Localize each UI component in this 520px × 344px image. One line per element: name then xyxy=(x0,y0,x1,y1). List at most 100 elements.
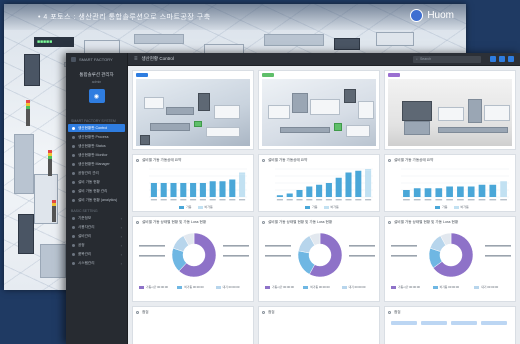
menu-bullet-icon xyxy=(72,171,75,175)
notification-icon[interactable] xyxy=(499,56,505,62)
sidebar-item-3[interactable]: 생산현황판 Monitor xyxy=(68,151,125,159)
search-input[interactable]: ⌕ Search xyxy=(413,55,481,63)
profile-subtitle: admin xyxy=(91,80,102,84)
bar xyxy=(424,188,432,197)
status-pill xyxy=(421,321,447,325)
legend-label: 가동 xyxy=(186,205,192,209)
bar xyxy=(190,183,197,197)
menu-bullet-icon xyxy=(72,261,75,265)
sidebar-item-0[interactable]: 생산현황판 Control xyxy=(68,124,125,132)
donut-annotation xyxy=(391,245,417,247)
profile-title: 통합솔루션 관리자 xyxy=(79,72,114,77)
bar xyxy=(345,172,352,197)
bar xyxy=(403,190,410,197)
bar xyxy=(296,190,303,197)
tick-label xyxy=(457,199,464,201)
chart-legend: 가동 비가동 xyxy=(179,205,213,209)
legend-label: 가동 xyxy=(312,205,318,209)
machine xyxy=(134,34,184,44)
bottom-panel-2: 점검 xyxy=(258,306,380,344)
tick-label xyxy=(229,199,236,201)
tick-label xyxy=(467,199,475,201)
tick-label xyxy=(335,199,342,201)
machine xyxy=(334,38,360,50)
avatar[interactable]: ◉ xyxy=(88,89,105,103)
bar xyxy=(199,183,206,197)
sidebar-item-label: 기준정보 xyxy=(78,215,92,220)
line-photo-3[interactable] xyxy=(388,79,512,146)
sidebar-item-label: 공정 xyxy=(78,242,85,247)
tick-label xyxy=(190,199,197,201)
bar xyxy=(150,183,157,197)
donut-legend: 가동시간 00:00:00 비가동 00:00:00 대기 00:00:00 xyxy=(265,285,377,289)
page-title: 생산현황 Control xyxy=(141,56,174,61)
hamburger-icon[interactable]: ≡ xyxy=(134,56,138,62)
sidebar-item-4[interactable]: 생산현황판 Manager xyxy=(68,160,125,168)
sidebar-app-name: SMART FACTORY xyxy=(79,57,113,62)
tick-label xyxy=(209,199,216,201)
menu-bullet-icon xyxy=(72,162,75,166)
machine xyxy=(14,134,34,194)
menu-bullet-icon xyxy=(72,189,75,193)
signal-tower xyxy=(48,150,52,176)
sidebar-item-label: 생산현황판 Manager xyxy=(78,161,110,166)
machine xyxy=(18,214,34,254)
sidebar-item-7[interactable]: 설비 가동 현황 관리 xyxy=(68,187,125,195)
dashboard-content: 설비별 가동 가동상태 요약 가동 비가동 설비별 가동 가동상태 요약 가동 … xyxy=(128,66,520,344)
bar xyxy=(316,184,323,197)
legend-label: 비가동 xyxy=(330,205,339,209)
menu-bullet-icon xyxy=(72,216,75,220)
bottom-panel-3: 점검 xyxy=(384,306,516,344)
sidebar-setting-5[interactable]: 시스템관리 › xyxy=(68,259,125,267)
bar xyxy=(446,186,453,197)
sidebar-setting-3[interactable]: 공정 › xyxy=(68,241,125,249)
bar-secondary xyxy=(500,181,507,183)
sidebar-item-label: 생산현황판 Process xyxy=(78,134,109,139)
bar-secondary xyxy=(365,169,372,171)
tick-label xyxy=(296,199,303,201)
menu-bullet-icon xyxy=(72,153,75,157)
line-photo-panel-1 xyxy=(132,70,254,150)
sidebar-setting-2[interactable]: 설비관리 › xyxy=(68,232,125,240)
donut-annotation xyxy=(223,245,249,247)
sidebar-setting-0[interactable]: 기준정보 › xyxy=(68,214,125,222)
sidebar-setting-4[interactable]: 품목관리 › xyxy=(68,250,125,258)
fullscreen-icon[interactable] xyxy=(490,56,496,62)
donut-annotation xyxy=(139,255,165,257)
donut-annotation xyxy=(349,255,375,257)
line-photo-panel-2 xyxy=(258,70,380,150)
settings-icon[interactable] xyxy=(508,56,514,62)
machine-display-label: ■■■■■ xyxy=(34,37,74,47)
donut-annotation xyxy=(139,245,165,247)
sidebar-section-label: SMART FACTORY SYSTEM xyxy=(71,119,116,123)
tick-label xyxy=(199,199,206,201)
legend-label: 대기 00:00:00 xyxy=(481,285,499,289)
bar xyxy=(489,184,497,197)
donut-annotation xyxy=(485,255,511,257)
tick-label xyxy=(160,199,167,201)
bar xyxy=(478,184,486,197)
menu-bullet-icon xyxy=(72,180,75,184)
legend-label: 비가동 xyxy=(460,205,469,209)
line-photo-2[interactable] xyxy=(262,79,376,146)
sidebar-menu-settings: 기준정보 › 사용자관리 › 설비관리 › 공정 › 품목관리 › 시스템관리 › xyxy=(66,214,127,267)
bar-chart-panel-1: 설비별 가동 가동상태 요약 가동 비가동 xyxy=(132,154,254,212)
sidebar-setting-1[interactable]: 사용자관리 › xyxy=(68,223,125,231)
sidebar-item-1[interactable]: 생산현황판 Process xyxy=(68,133,125,141)
bar xyxy=(180,183,187,197)
topbar-actions xyxy=(490,56,514,62)
line-photo-1[interactable] xyxy=(136,79,250,146)
sidebar-item-6[interactable]: 설비 가동 현황 xyxy=(68,178,125,186)
legend-label: 가동시간 00:00:00 xyxy=(272,285,294,289)
chart-legend: 가동 비가동 xyxy=(305,205,339,209)
bar-chart-panel-3: 설비별 가동 가동상태 요약 가동 비가동 xyxy=(384,154,516,212)
sidebar-item-label: 설비 가동 현황 관리 xyxy=(78,188,108,193)
sidebar-item-5[interactable]: 공정관리 관리 xyxy=(68,169,125,177)
donut-panel-1: 설비별 가동 상태별 현황 및 가동 Loss 현황 가동시간 00:00:00… xyxy=(132,216,254,302)
chevron-right-icon: › xyxy=(120,233,122,239)
sidebar-header: SMART FACTORY xyxy=(66,53,127,66)
menu-bullet-icon xyxy=(72,243,75,247)
sidebar-item-2[interactable]: 생산현황판 Status xyxy=(68,142,125,150)
sidebar-item-8[interactable]: 설비 가동 현황 (analytics) xyxy=(68,196,125,204)
sidebar-item-label: 설비 가동 현황 (analytics) xyxy=(78,197,118,202)
